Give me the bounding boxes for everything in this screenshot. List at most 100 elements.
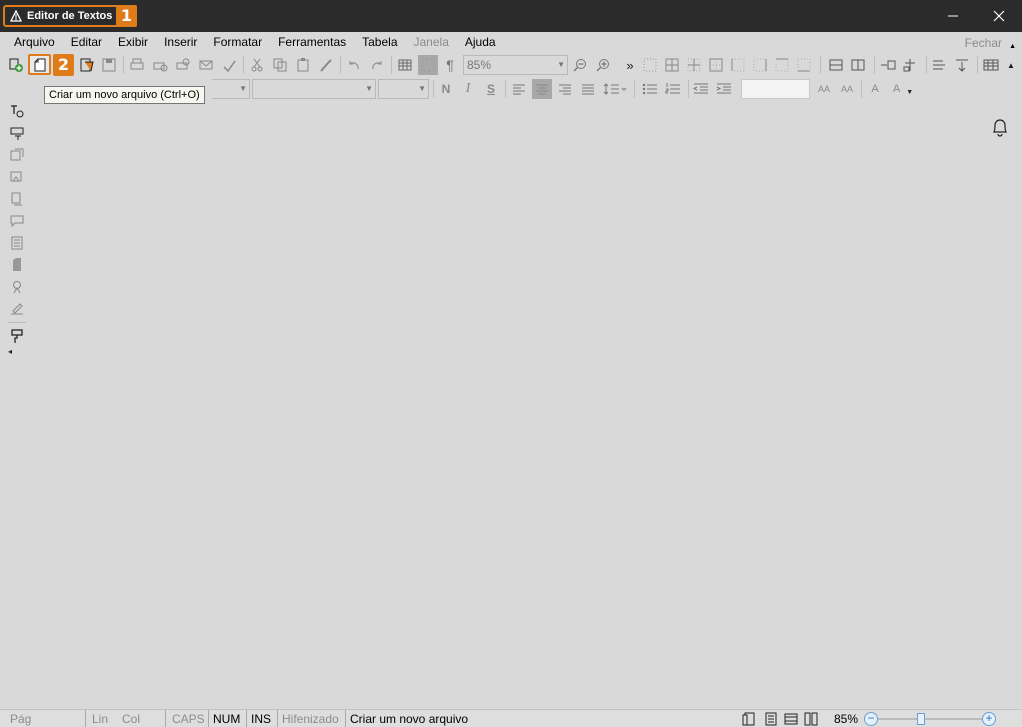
web-view-icon[interactable] <box>784 712 798 726</box>
border-inside-button[interactable] <box>684 55 704 75</box>
page-tool[interactable] <box>6 254 28 276</box>
menu-formatar[interactable]: Formatar <box>213 35 262 49</box>
font-size-select[interactable]: ▼ <box>378 79 429 99</box>
email-button[interactable] <box>196 55 216 75</box>
decrease-indent-button[interactable] <box>691 79 711 99</box>
more-tools-button[interactable]: » <box>623 55 637 75</box>
save-icon <box>102 58 116 72</box>
zoom-minus-button[interactable]: − <box>864 712 878 726</box>
grow-font-button[interactable]: AA <box>814 79 834 99</box>
zoom-out-button[interactable] <box>570 55 590 75</box>
zoom-slider-thumb[interactable] <box>917 713 925 725</box>
close-window-button[interactable] <box>976 0 1022 32</box>
split-icon <box>851 59 865 71</box>
redo-button[interactable] <box>367 55 387 75</box>
zoom-select[interactable]: 85% ▼ <box>463 55 568 75</box>
undo-button[interactable] <box>344 55 364 75</box>
border-left-button[interactable] <box>728 55 748 75</box>
show-grid-button[interactable] <box>418 55 438 75</box>
border-right-button[interactable] <box>750 55 770 75</box>
bold-button[interactable]: N <box>436 79 456 99</box>
text-box-tool[interactable] <box>6 122 28 144</box>
highlight-color-field[interactable] <box>741 79 810 99</box>
insert-image-tool[interactable] <box>6 166 28 188</box>
bell-icon[interactable] <box>989 116 1011 138</box>
menu-tabela[interactable]: Tabela <box>362 35 397 49</box>
insert-table-button[interactable] <box>395 55 415 75</box>
border-bottom-button[interactable] <box>794 55 814 75</box>
copy-button[interactable] <box>270 55 290 75</box>
formatting-marks-button[interactable]: ¶ <box>440 55 460 75</box>
paste-button[interactable] <box>293 55 313 75</box>
status-zoom: 85% <box>834 712 859 726</box>
insert-column-button[interactable] <box>900 55 920 75</box>
style-select[interactable]: ▼ <box>212 79 250 99</box>
insert-frame-tool[interactable] <box>6 144 28 166</box>
print-preview-button[interactable] <box>150 55 170 75</box>
italic-button[interactable]: I <box>458 79 478 99</box>
shrink-font-button[interactable]: AA <box>837 79 857 99</box>
split-cells-button[interactable] <box>848 55 868 75</box>
insert-row-button[interactable] <box>878 55 898 75</box>
text-style-button[interactable]: A ▼ <box>888 79 918 99</box>
new-file-button[interactable] <box>28 54 51 75</box>
align-right-button[interactable] <box>555 79 575 99</box>
page-view-icon[interactable] <box>742 712 756 726</box>
table-properties-button[interactable] <box>981 55 1001 75</box>
clear-format-button[interactable]: A <box>865 79 885 99</box>
align-left-button[interactable] <box>509 79 529 99</box>
spellcheck-button[interactable] <box>219 55 239 75</box>
align-cells-button[interactable] <box>930 55 950 75</box>
cut-button[interactable] <box>247 55 267 75</box>
line-spacing-button[interactable] <box>601 79 629 99</box>
menu-exibir[interactable]: Exibir <box>118 35 148 49</box>
zoom-in-button[interactable] <box>593 55 613 75</box>
merge-cells-button[interactable] <box>826 55 846 75</box>
menu-inserir[interactable]: Inserir <box>164 35 197 49</box>
zoom-plus-button[interactable]: + <box>982 712 996 726</box>
border-icon <box>643 58 657 72</box>
toolbar-scroll-button[interactable]: ▲ <box>1004 55 1018 75</box>
table-borders-button[interactable] <box>640 55 660 75</box>
increase-indent-button[interactable] <box>714 79 734 99</box>
signature-tool[interactable] <box>6 298 28 320</box>
paint-roller-tool[interactable] <box>6 325 28 347</box>
border-top-button[interactable] <box>772 55 792 75</box>
font-select[interactable]: ▼ <box>252 79 376 99</box>
menu-close-button[interactable]: Fechar <box>965 36 1002 50</box>
toolbar-collapse-icon[interactable]: ◂ <box>6 347 28 356</box>
underline-button[interactable]: S <box>481 79 501 99</box>
mail-icon <box>199 60 213 70</box>
new-from-template-button[interactable] <box>6 55 26 75</box>
menu-scroll-arrow-icon[interactable]: ▲ <box>1009 43 1016 50</box>
insert-object-tool[interactable] <box>6 188 28 210</box>
justify-button[interactable] <box>578 79 598 99</box>
distribute-icon <box>956 59 968 72</box>
comment-tool[interactable] <box>6 210 28 232</box>
border-all-button[interactable] <box>662 55 682 75</box>
stamp-tool[interactable] <box>6 276 28 298</box>
numbered-list-button[interactable] <box>663 79 683 99</box>
align-center-button[interactable] <box>532 79 552 99</box>
distribute-button[interactable] <box>952 55 972 75</box>
form-tool[interactable] <box>6 232 28 254</box>
bullet-list-button[interactable] <box>640 79 660 99</box>
menu-janela[interactable]: Janela <box>414 35 449 49</box>
menu-ajuda[interactable]: Ajuda <box>465 35 496 49</box>
border-outside-button[interactable] <box>706 55 726 75</box>
normal-view-icon[interactable] <box>764 712 778 726</box>
open-button[interactable] <box>77 55 97 75</box>
print-button[interactable] <box>127 55 147 75</box>
format-painter-button[interactable] <box>316 55 336 75</box>
menu-arquivo[interactable]: Arquivo <box>14 35 55 49</box>
book-view-icon[interactable] <box>804 712 818 726</box>
minimize-button[interactable] <box>930 0 976 32</box>
menu-ferramentas[interactable]: Ferramentas <box>278 35 346 49</box>
insert-row-icon <box>881 60 896 70</box>
pdf-export-button[interactable] <box>173 55 193 75</box>
chevron-down-icon: ▼ <box>906 88 914 96</box>
zoom-slider-track[interactable] <box>878 718 982 720</box>
save-button[interactable] <box>99 55 119 75</box>
text-select-tool[interactable] <box>6 100 28 122</box>
menu-editar[interactable]: Editar <box>71 35 102 49</box>
